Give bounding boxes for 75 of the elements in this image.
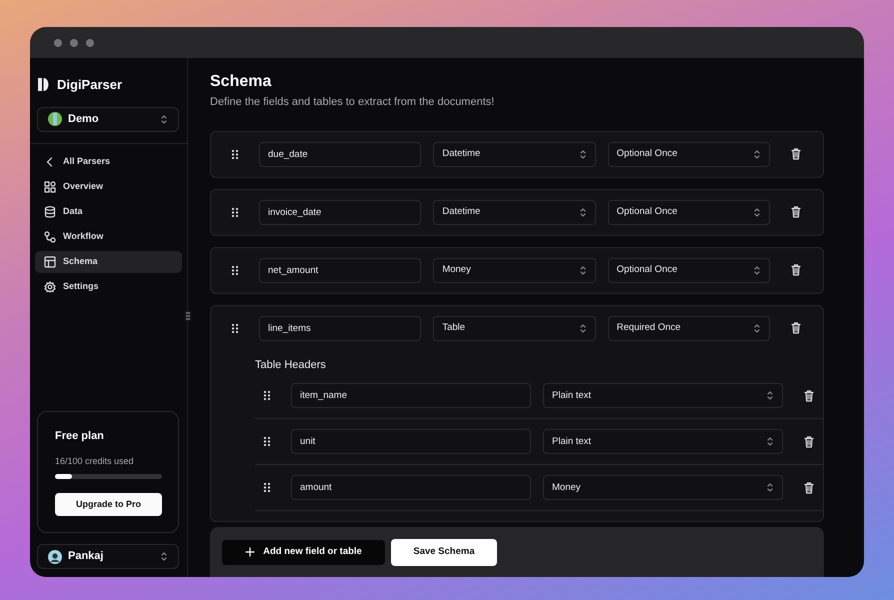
sidebar-item[interactable]: Data bbox=[35, 200, 182, 222]
sidebar-item[interactable]: Workflow bbox=[35, 226, 182, 248]
trash-icon[interactable] bbox=[790, 148, 801, 160]
sidebar-item[interactable]: Schema bbox=[35, 250, 182, 272]
plus-icon bbox=[245, 547, 256, 557]
user-menu[interactable]: Pankaj bbox=[37, 544, 179, 569]
field-name-input[interactable]: unit bbox=[291, 429, 531, 454]
upgrade-button[interactable]: Upgrade to Pro bbox=[55, 493, 162, 516]
drag-handle-icon[interactable] bbox=[231, 148, 239, 160]
back-link[interactable]: All Parsers bbox=[35, 150, 182, 172]
type-select[interactable]: Plain text bbox=[543, 429, 783, 454]
drag-handle-icon[interactable] bbox=[231, 206, 239, 218]
table-icon bbox=[44, 256, 56, 268]
requirement-select[interactable]: Required Once bbox=[608, 316, 770, 341]
type-select[interactable]: Datetime bbox=[433, 142, 596, 167]
type-select[interactable]: Table bbox=[433, 316, 596, 341]
type-select[interactable]: Money bbox=[543, 475, 783, 500]
chevron-updown-icon bbox=[578, 264, 587, 276]
field-name-input[interactable]: item_name bbox=[291, 383, 531, 408]
field-name-input[interactable]: line_items bbox=[259, 316, 422, 341]
field-name-input[interactable]: amount bbox=[291, 475, 531, 500]
field-name-input[interactable]: net_amount bbox=[259, 258, 422, 283]
plan-title: Free plan bbox=[55, 429, 105, 444]
requirement-select[interactable]: Optional Once bbox=[608, 258, 770, 283]
workflow-icon bbox=[44, 230, 56, 242]
chevron-updown-icon bbox=[160, 551, 168, 562]
chevron-updown-icon bbox=[766, 390, 774, 402]
logo-icon bbox=[38, 78, 49, 92]
requirement-select[interactable]: Optional Once bbox=[608, 200, 770, 225]
trash-icon[interactable] bbox=[804, 482, 814, 494]
trash-icon[interactable] bbox=[804, 390, 814, 402]
drag-handle-icon[interactable] bbox=[263, 482, 271, 494]
sidebar-item[interactable]: Overview bbox=[35, 176, 182, 198]
trash-icon[interactable] bbox=[790, 322, 801, 334]
trash-icon[interactable] bbox=[804, 436, 814, 448]
chevron-updown-icon bbox=[752, 322, 761, 334]
page-title: Schema bbox=[210, 72, 272, 92]
chevron-updown-icon bbox=[752, 264, 761, 276]
grid-icon bbox=[44, 180, 56, 192]
field-name-input[interactable]: due_date bbox=[259, 142, 422, 167]
window-dot bbox=[70, 38, 78, 46]
brand-name: DigiParser bbox=[57, 76, 122, 94]
requirement-select[interactable]: Optional Once bbox=[608, 142, 770, 167]
type-select[interactable]: Datetime bbox=[433, 200, 596, 225]
chevron-updown-icon bbox=[766, 482, 774, 494]
chevron-updown-icon bbox=[766, 436, 774, 448]
drag-handle-icon[interactable] bbox=[231, 264, 239, 276]
type-select[interactable]: Money bbox=[433, 258, 596, 283]
add-field-button[interactable]: Add new field or table bbox=[222, 540, 385, 564]
trash-icon[interactable] bbox=[790, 264, 801, 276]
credits-usage: 16/100 credits used bbox=[55, 454, 135, 468]
window-dot bbox=[86, 38, 94, 46]
chevron-updown-icon bbox=[752, 148, 761, 160]
page-subtitle: Define the fields and tables to extract from the documents! bbox=[210, 95, 496, 110]
chevron-updown-icon bbox=[752, 206, 761, 218]
trash-icon[interactable] bbox=[790, 206, 801, 218]
table-headers-label: Table Headers bbox=[255, 358, 327, 373]
save-schema-button[interactable]: Save Schema bbox=[391, 538, 497, 566]
sidebar-item[interactable]: Settings bbox=[35, 276, 182, 298]
field-name-input[interactable]: invoice_date bbox=[259, 200, 422, 225]
chevron-updown-icon bbox=[578, 148, 587, 160]
chevron-updown-icon bbox=[160, 114, 168, 124]
chevron-updown-icon bbox=[578, 206, 587, 218]
workspace-avatar-icon bbox=[48, 112, 62, 126]
resize-handle-icon[interactable] bbox=[185, 311, 191, 321]
drag-handle-icon[interactable] bbox=[263, 436, 271, 448]
drag-handle-icon[interactable] bbox=[231, 322, 239, 334]
window-dot bbox=[54, 38, 62, 46]
type-select[interactable]: Plain text bbox=[543, 383, 783, 408]
drag-handle-icon[interactable] bbox=[263, 390, 271, 402]
workspace-selector[interactable]: Demo bbox=[37, 106, 179, 132]
avatar-icon bbox=[48, 550, 62, 564]
database-icon bbox=[44, 206, 56, 218]
chevron-updown-icon bbox=[578, 322, 587, 334]
settings-icon bbox=[44, 280, 56, 292]
